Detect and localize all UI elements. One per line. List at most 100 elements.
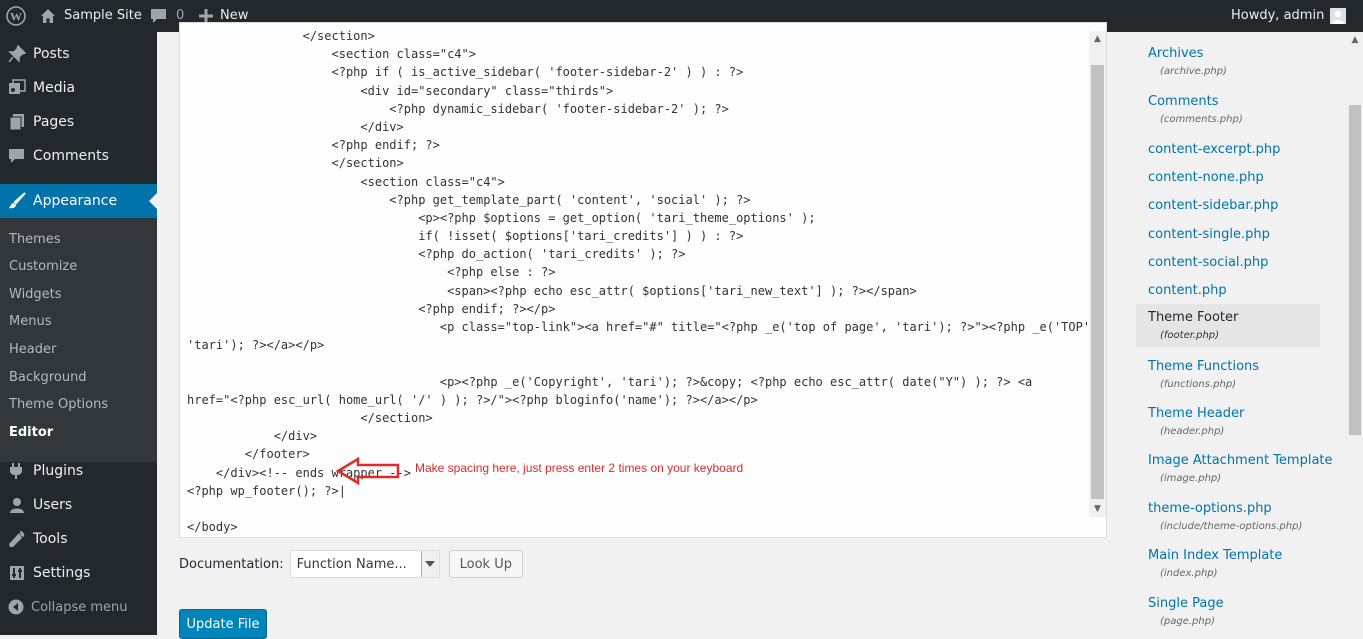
my-account-link[interactable]: Howdy, admin (1231, 0, 1347, 32)
wordpress-logo-icon[interactable]: W (6, 0, 26, 32)
menu-pages[interactable]: Pages (0, 105, 157, 139)
theme-file-item[interactable]: Comments (comments.php) (1136, 88, 1320, 131)
file-name: Image Attachment Template (1148, 453, 1333, 468)
file-path: (comments.php) (1160, 114, 1243, 125)
submenu-customize[interactable]: Customize (9, 259, 77, 274)
menu-comments[interactable]: Comments (0, 139, 157, 173)
menu-posts[interactable]: Posts (0, 37, 157, 71)
theme-file-item[interactable]: Single Page (page.php) (1136, 590, 1320, 633)
menu-settings[interactable]: Settings (0, 556, 157, 590)
code-line: <section class="c4"> (187, 174, 505, 189)
comment-icon (0, 148, 33, 164)
menu-label: Media (33, 80, 76, 96)
home-icon (40, 8, 56, 24)
user-icon (0, 497, 33, 513)
select-value: Function Name... (296, 556, 407, 572)
code-line: <?php wp_footer(); ?>| (187, 483, 346, 498)
collapse-icon (0, 599, 31, 615)
plus-icon (199, 9, 213, 23)
code-line: </section> (187, 156, 404, 171)
submenu-background[interactable]: Background (9, 370, 87, 385)
look-up-button[interactable]: Look Up (448, 550, 523, 578)
theme-file-item[interactable]: Theme Footer (footer.php) (1136, 304, 1320, 347)
comment-icon (150, 8, 167, 24)
file-path: (page.php) (1160, 616, 1215, 627)
scroll-up-arrow-icon[interactable]: ▲ (1089, 31, 1106, 47)
scroll-down-arrow-icon[interactable]: ▼ (1089, 501, 1106, 517)
menu-users[interactable]: Users (0, 488, 157, 522)
code-line: </section> (187, 410, 433, 425)
page-scrollbar[interactable]: ▲ (1347, 32, 1363, 635)
code-line: <?php get_template_part( 'content', 'soc… (187, 192, 751, 207)
site-name-link[interactable]: Sample Site (40, 0, 142, 32)
menu-label: Plugins (33, 463, 84, 479)
theme-file-item[interactable]: Image Attachment Template (image.php) (1136, 447, 1333, 490)
submenu-themes[interactable]: Themes (9, 232, 61, 247)
theme-file-item[interactable]: Theme Functions (functions.php) (1136, 353, 1320, 396)
page-scroll-up-icon[interactable]: ▲ (1347, 32, 1363, 48)
submenu-header[interactable]: Header (9, 342, 56, 357)
file-name: content-sidebar.php (1148, 198, 1279, 213)
editor-scroll-thumb[interactable] (1091, 65, 1104, 499)
code-line: href="<?php esc_url( home_url( '/' ) ); … (187, 392, 758, 407)
documentation-row: Documentation: Function Name... Look Up (179, 549, 523, 579)
code-line: <span><?php echo esc_attr( $options['tar… (187, 283, 917, 298)
theme-file-item[interactable]: Theme Header (header.php) (1136, 400, 1320, 443)
function-name-select[interactable]: Function Name... (289, 550, 440, 578)
file-name: Theme Header (1148, 406, 1245, 421)
appearance-submenu: Themes Customize Widgets Menus Header Ba… (0, 218, 157, 462)
annotation-text: Make spacing here, just press enter 2 ti… (415, 461, 744, 475)
theme-file-item[interactable]: Main Index Template (index.php) (1136, 542, 1320, 585)
code-line: <?php else : ?> (187, 265, 556, 280)
menu-label: Users (33, 497, 73, 513)
code-line: 'tari'); ?></a></p> (187, 338, 325, 353)
file-name: content-excerpt.php (1148, 142, 1281, 157)
file-name: content.php (1148, 283, 1227, 298)
theme-file-item[interactable]: content.php (1136, 277, 1320, 301)
menu-label: Settings (33, 565, 91, 581)
howdy-text: Howdy, admin (1231, 8, 1325, 23)
file-name: Theme Footer (1148, 310, 1239, 325)
menu-plugins[interactable]: Plugins (0, 454, 157, 488)
theme-file-item[interactable]: content-single.php (1136, 221, 1320, 245)
file-name: Comments (1148, 94, 1219, 109)
theme-file-item[interactable]: content-sidebar.php (1136, 192, 1320, 216)
file-name: theme-options.php (1148, 501, 1272, 516)
menu-label: Appearance (33, 193, 118, 209)
submenu-menus[interactable]: Menus (9, 314, 51, 329)
file-name: Main Index Template (1148, 548, 1283, 563)
theme-file-item[interactable]: Archives (archive.php) (1136, 40, 1320, 83)
submenu-theme-options[interactable]: Theme Options (9, 397, 108, 412)
code-line: if( !isset( $options['tari_credits'] ) )… (187, 229, 744, 244)
submenu-editor[interactable]: Editor (9, 425, 53, 440)
pin-icon (0, 45, 33, 63)
file-name: content-none.php (1148, 170, 1264, 185)
code-line: <section class="c4"> (187, 47, 476, 62)
menu-media[interactable]: Media (0, 71, 157, 105)
media-icon (0, 79, 33, 97)
file-name: Theme Functions (1148, 359, 1260, 374)
code-line: <?php if ( is_active_sidebar( 'footer-si… (187, 65, 744, 80)
code-line: <p><?php $options = get_option( 'tari_th… (187, 210, 816, 225)
wrench-icon (0, 530, 33, 548)
menu-appearance[interactable]: Appearance (0, 184, 157, 218)
red-arrow-icon (336, 457, 400, 485)
submenu-widgets[interactable]: Widgets (9, 287, 62, 302)
collapse-menu-button[interactable]: Collapse menu (0, 590, 157, 624)
file-path: (include/theme-options.php) (1160, 521, 1303, 532)
page-scroll-thumb[interactable] (1349, 105, 1361, 435)
menu-label: Collapse menu (31, 599, 128, 615)
file-name: content-single.php (1148, 227, 1270, 242)
menu-tools[interactable]: Tools (0, 522, 157, 556)
theme-file-item[interactable]: content-social.php (1136, 249, 1320, 273)
editor-scrollbar[interactable]: ▲ ▼ (1089, 31, 1106, 517)
file-path: (archive.php) (1160, 66, 1227, 77)
code-line: </div> (187, 119, 404, 134)
theme-file-item[interactable]: theme-options.php (include/theme-options.… (1136, 495, 1320, 538)
theme-file-item[interactable]: content-none.php (1136, 164, 1320, 188)
menu-label: Pages (33, 114, 75, 130)
theme-file-item[interactable]: content-excerpt.php (1136, 136, 1320, 160)
file-path: (functions.php) (1160, 379, 1237, 390)
